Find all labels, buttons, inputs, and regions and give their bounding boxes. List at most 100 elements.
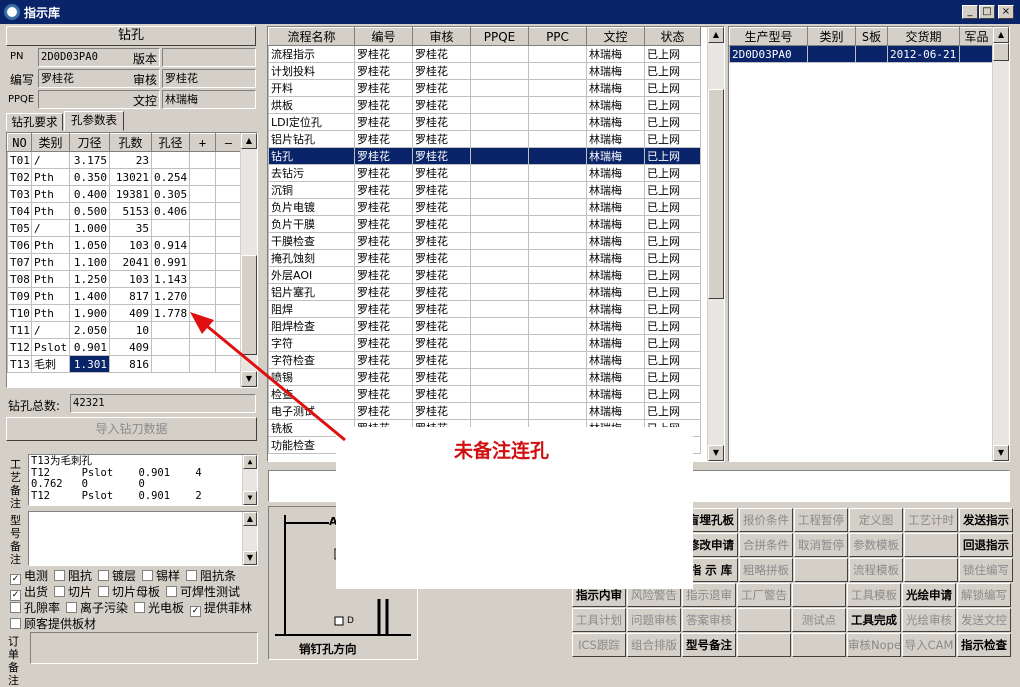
checkbox-icon[interactable] bbox=[54, 570, 66, 581]
production-col-header[interactable]: S板 bbox=[855, 27, 888, 46]
process-row[interactable]: 外层AOI 罗桂花 罗桂花 林瑞梅 已上网 bbox=[268, 266, 701, 284]
action-button[interactable]: 工程暂停 bbox=[794, 508, 848, 532]
process-row[interactable]: 铝片塞孔 罗桂花 罗桂花 林瑞梅 已上网 bbox=[268, 283, 701, 301]
process-row[interactable]: 烘板 罗桂花 罗桂花 林瑞梅 已上网 bbox=[268, 96, 701, 114]
action-button[interactable]: 定义图 bbox=[849, 508, 903, 532]
action-button[interactable] bbox=[794, 558, 848, 582]
process-row[interactable]: 负片电镀 罗桂花 罗桂花 林瑞梅 已上网 bbox=[268, 198, 701, 216]
hole-row[interactable]: T04 Pth 0.500 5153 0.406 bbox=[7, 202, 242, 220]
action-button[interactable]: 粗略拼板 bbox=[739, 558, 793, 582]
process-row[interactable]: 沉铜 罗桂花 罗桂花 林瑞梅 已上网 bbox=[268, 181, 701, 199]
option-checkbox[interactable]: 锡样 bbox=[142, 569, 180, 583]
scroll-thumb[interactable] bbox=[993, 43, 1009, 61]
option-checkbox[interactable]: 镀层 bbox=[98, 569, 136, 583]
scroll-down-icon[interactable]: ▼ bbox=[243, 491, 257, 505]
action-button[interactable]: 取消暂停 bbox=[794, 533, 848, 557]
hole-row[interactable]: T08 Pth 1.250 103 1.143 bbox=[7, 270, 242, 288]
action-button[interactable] bbox=[792, 633, 846, 657]
checkbox-icon[interactable]: ✓ bbox=[10, 574, 21, 585]
production-col-header[interactable]: 生产型号 bbox=[729, 27, 808, 46]
process-col-header[interactable]: PPQE bbox=[470, 27, 529, 46]
action-button[interactable] bbox=[904, 558, 958, 582]
process-row[interactable]: 干膜检查 罗桂花 罗桂花 林瑞梅 已上网 bbox=[268, 232, 701, 250]
option-checkbox[interactable]: 光电板 bbox=[134, 601, 184, 615]
option-checkbox[interactable]: 顾客提供板材 bbox=[10, 617, 96, 631]
hole-row[interactable]: T01/3.175 23 bbox=[7, 151, 242, 169]
option-checkbox[interactable]: 切片 bbox=[54, 585, 92, 599]
hole-row[interactable]: T07 Pth 1.100 2041 0.991 bbox=[7, 253, 242, 271]
process-row[interactable]: 负片干膜 罗桂花 罗桂花 林瑞梅 已上网 bbox=[268, 215, 701, 233]
scroll-down-icon[interactable]: ▼ bbox=[708, 445, 724, 461]
action-button[interactable]: 报价条件 bbox=[739, 508, 793, 532]
action-button[interactable]: 发送指示 bbox=[959, 508, 1013, 532]
action-button[interactable]: 解锁编写 bbox=[957, 583, 1011, 607]
process-row[interactable]: 流程指示 罗桂花 罗桂花 林瑞梅 已上网 bbox=[268, 45, 701, 63]
process-row[interactable]: 计划投料 罗桂花 罗桂花 林瑞梅 已上网 bbox=[268, 62, 701, 80]
hole-col-header[interactable]: — bbox=[215, 133, 242, 152]
minimize-button[interactable]: _ bbox=[962, 5, 978, 19]
action-button[interactable]: 组合排版 bbox=[627, 633, 681, 657]
action-button[interactable]: 光绘审核 bbox=[902, 608, 956, 632]
action-button[interactable]: 工厂警告 bbox=[737, 583, 791, 607]
option-checkbox[interactable]: 孔隙率 bbox=[10, 601, 60, 615]
checkbox-icon[interactable] bbox=[10, 602, 21, 613]
production-col-header[interactable]: 交货期 bbox=[887, 27, 960, 46]
tab-hole-params[interactable]: 孔参数表 bbox=[64, 111, 124, 131]
process-col-header[interactable]: 编号 bbox=[354, 27, 413, 46]
action-button[interactable]: ICS跟踪 bbox=[572, 633, 626, 657]
version-field[interactable] bbox=[162, 48, 256, 67]
option-checkbox[interactable]: 可焊性测试 bbox=[166, 585, 240, 599]
action-button[interactable]: 参数模板 bbox=[849, 533, 903, 557]
hole-row[interactable]: T03 Pth 0.400 19381 0.305 bbox=[7, 185, 242, 203]
scroll-up-icon[interactable]: ▲ bbox=[243, 512, 257, 526]
scroll-up-icon[interactable]: ▲ bbox=[241, 133, 257, 149]
model-notes-scrollbar[interactable]: ▲ ▼ bbox=[242, 512, 257, 565]
option-checkbox[interactable]: 阻抗条 bbox=[186, 569, 236, 583]
order-notes[interactable] bbox=[30, 632, 258, 664]
action-button[interactable]: 型号备注 bbox=[682, 633, 736, 657]
checkbox-icon[interactable] bbox=[54, 586, 66, 597]
process-notes[interactable]: T13为毛刺孔 T12 Pslot 0.901 4 0.762 0 0 T12 … bbox=[28, 454, 258, 506]
option-checkbox[interactable]: ✓ 提供菲林 bbox=[190, 601, 252, 617]
action-button[interactable]: 发送文控 bbox=[957, 608, 1011, 632]
model-notes[interactable]: ▲ ▼ bbox=[28, 511, 258, 566]
close-button[interactable]: × bbox=[998, 5, 1014, 19]
action-button[interactable]: 指示检查 bbox=[957, 633, 1011, 657]
process-row[interactable]: 掩孔蚀刻 罗桂花 罗桂花 林瑞梅 已上网 bbox=[268, 249, 701, 267]
checkbox-icon[interactable] bbox=[142, 570, 154, 581]
checkbox-icon[interactable]: ✓ bbox=[190, 606, 202, 617]
production-table-scrollbar[interactable]: ▲ ▼ bbox=[992, 27, 1009, 461]
process-row[interactable]: 去钻污 罗桂花 罗桂花 林瑞梅 已上网 bbox=[268, 164, 701, 182]
option-checkbox[interactable]: ✓ 电测 bbox=[10, 569, 48, 585]
production-col-header[interactable]: 类别 bbox=[807, 27, 856, 46]
process-col-header[interactable]: 状态 bbox=[644, 27, 701, 46]
action-button[interactable]: 工艺计时 bbox=[904, 508, 958, 532]
action-button[interactable]: 工具计划 bbox=[572, 608, 626, 632]
checkbox-icon[interactable] bbox=[66, 602, 78, 613]
tab-drill-requirements[interactable]: 钻孔要求 bbox=[6, 113, 63, 131]
maximize-button[interactable]: □ bbox=[979, 5, 995, 19]
hole-row[interactable]: T05/1.000 35 bbox=[7, 219, 242, 237]
option-checkbox[interactable]: 阻抗 bbox=[54, 569, 92, 583]
process-row[interactable]: LDI定位孔 罗桂花 罗桂花 林瑞梅 已上网 bbox=[268, 113, 701, 131]
hole-col-header[interactable]: + bbox=[189, 133, 216, 152]
checkbox-icon[interactable] bbox=[98, 570, 110, 581]
process-col-header[interactable]: 审核 bbox=[412, 27, 471, 46]
action-button[interactable] bbox=[737, 633, 791, 657]
process-col-header[interactable]: PPC bbox=[528, 27, 587, 46]
action-button[interactable]: 问题审核 bbox=[627, 608, 681, 632]
process-col-header[interactable]: 文控 bbox=[586, 27, 645, 46]
action-button[interactable]: 锁住编写 bbox=[959, 558, 1013, 582]
review-field[interactable]: 罗桂花 bbox=[162, 69, 256, 88]
doc-field[interactable]: 林瑞梅 bbox=[162, 90, 256, 109]
notes-scrollbar[interactable]: ▲ ▼ bbox=[242, 455, 257, 505]
checkbox-icon[interactable] bbox=[134, 602, 146, 613]
process-row[interactable]: 铝片钻孔 罗桂花 罗桂花 林瑞梅 已上网 bbox=[268, 130, 701, 148]
production-col-header[interactable]: 军品 bbox=[959, 27, 994, 46]
option-checkbox[interactable]: 切片母板 bbox=[98, 585, 160, 599]
action-button[interactable] bbox=[792, 583, 846, 607]
scroll-up-icon[interactable]: ▲ bbox=[993, 27, 1009, 43]
action-button[interactable]: 合拼条件 bbox=[739, 533, 793, 557]
action-button[interactable] bbox=[737, 608, 791, 632]
scroll-up-icon[interactable]: ▲ bbox=[243, 455, 257, 469]
